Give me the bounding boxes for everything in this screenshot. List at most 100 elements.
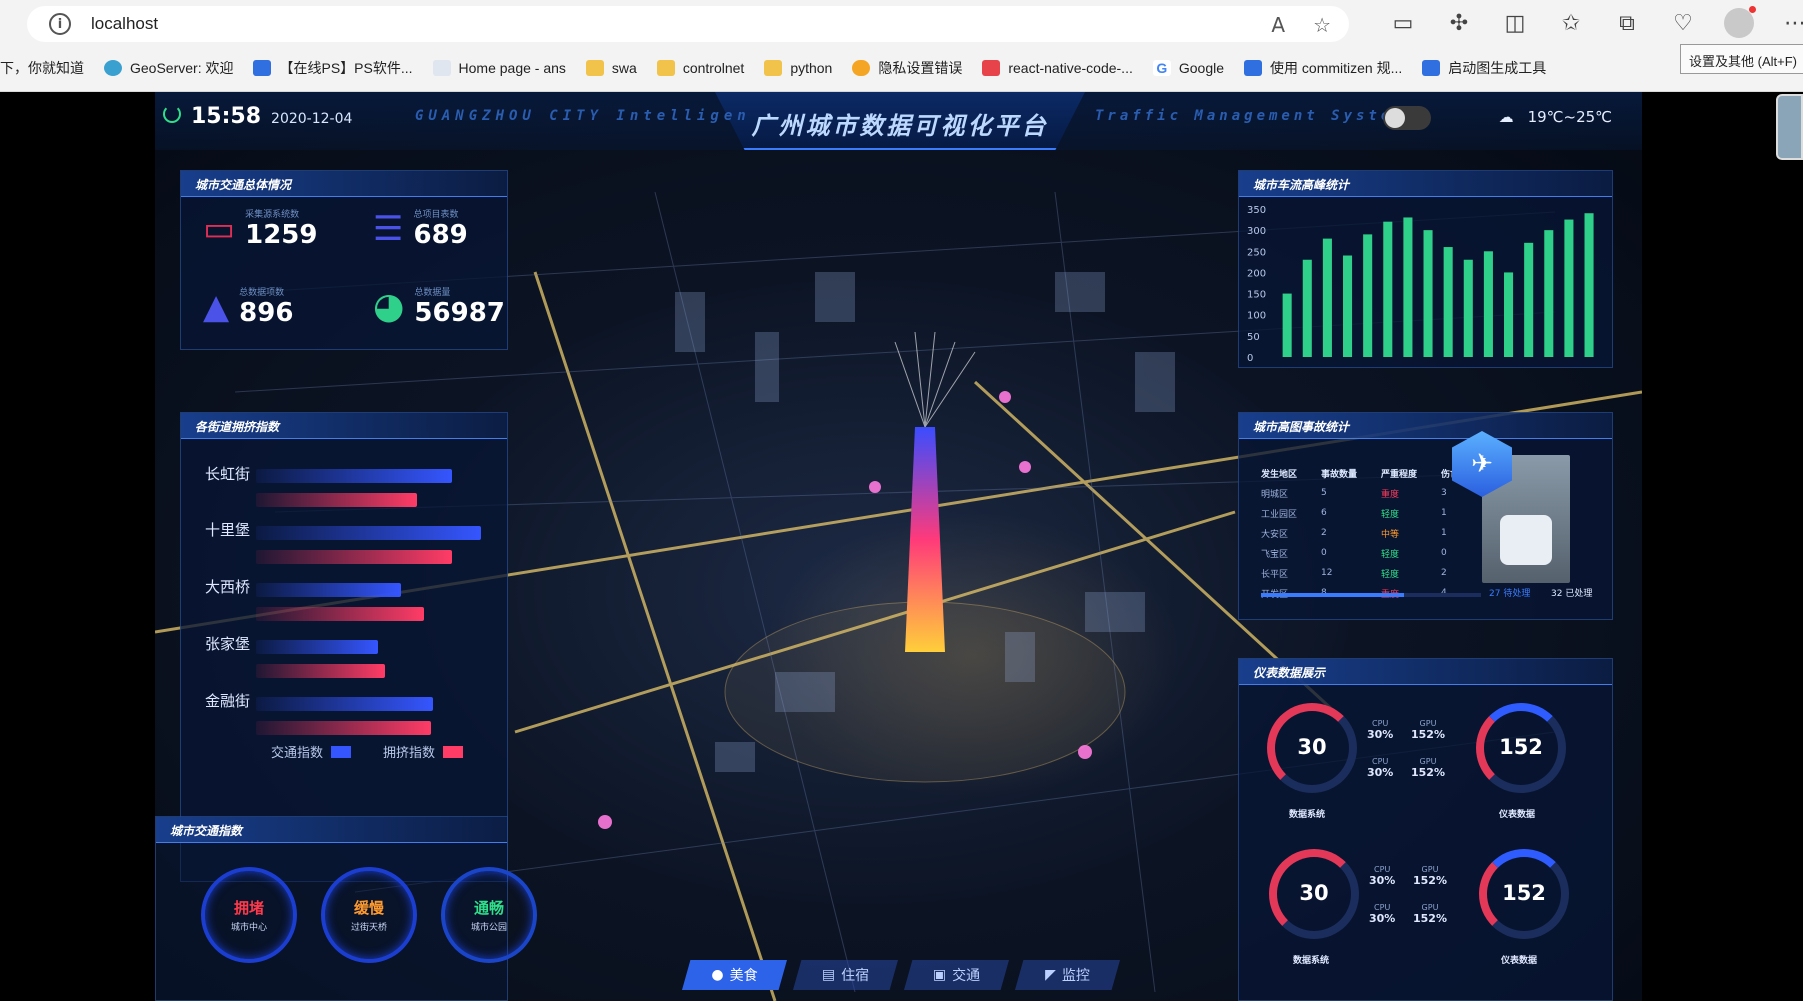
browser-chrome: i localhost A ☆ ▭ ✣ ◫ ✩ ⧉ ♡ ⋯ 下，你就知道 Geo… [0, 0, 1803, 92]
table-cell: 重度 [1381, 489, 1400, 500]
nav-tab-food[interactable]: ● 美食 [682, 960, 787, 990]
clock: 15:58 2020-12-04 [163, 104, 352, 129]
stat-card: ◕ 总数据量 56987 [373, 286, 505, 328]
rh-icon [1422, 60, 1441, 76]
food-icon: ● [711, 967, 724, 983]
extensions-icon[interactable]: ✣ [1444, 8, 1474, 38]
overview-panel: 城市交通总体情况 ▭ 采集源系统数 1259 ☰ 总项目表数 689 ▲ 总数据项数… [180, 170, 508, 350]
street-label: 金融街 [205, 692, 251, 710]
flow-bar [1343, 255, 1353, 357]
table-row[interactable]: 大安区 2 中等 1 [1261, 523, 1501, 543]
table-cell: 明城区 [1261, 489, 1289, 500]
congestion-index-bar [256, 550, 452, 564]
settings-menu-icon[interactable]: ⋯ [1780, 8, 1803, 38]
gauges-panel: 仪表数据展示 30 数据系统 CPU 30% GPU 152% CPU 30% GPU… [1238, 658, 1613, 1001]
sidebar-handle[interactable] [1776, 94, 1803, 160]
bookmark-item[interactable]: G Google [1152, 60, 1224, 76]
flow-bar [1504, 272, 1514, 357]
street-label: 大西桥 [205, 578, 251, 596]
gauge-value: 30 [1297, 735, 1327, 759]
bookmark-item[interactable]: Home page - ans [432, 60, 566, 76]
street-label: 长虹街 [205, 465, 251, 483]
table-row[interactable]: 飞宝区 0 轻度 0 [1261, 543, 1501, 563]
nav-tab-traffic[interactable]: ▣ 交通 [904, 960, 1009, 990]
bookmark-item[interactable]: 【在线PS】PS软件... [253, 58, 413, 78]
avatar[interactable] [1724, 6, 1756, 38]
bookmark-item[interactable]: GeoServer: 欢迎 [104, 58, 233, 78]
legend-congestion: 拥挤指数 [383, 742, 464, 761]
bus-icon: ▣ [932, 967, 947, 983]
accident-progress-track [1261, 593, 1481, 597]
pie-chart-icon: ◕ [373, 286, 405, 327]
y-tick-label: 200 [1247, 268, 1266, 279]
address-bar[interactable]: i localhost A ☆ [27, 6, 1349, 42]
traffic-index-panel: 城市交通指数 拥堵 城市中心 缓慢 过街天桥 通畅 城市公园 [155, 816, 537, 1001]
congestion-index-bar [256, 493, 417, 507]
traffic-index-bar [256, 697, 434, 711]
congestion-index-bar [256, 721, 431, 735]
hotel-icon: ▤ [821, 967, 836, 983]
bookmark-item[interactable]: 启动图生成工具 [1422, 58, 1546, 78]
congestion-index-bar [256, 664, 385, 678]
folder-icon [764, 60, 783, 76]
street-label: 张家堡 [205, 635, 251, 653]
table-cell: 2 [1321, 528, 1327, 538]
folder-icon [656, 60, 675, 76]
favorites-icon[interactable]: ✩ [1556, 8, 1586, 38]
flow-bar [1302, 259, 1312, 357]
gauge-caption: 数据系统 [1293, 956, 1330, 966]
traffic-status-ring[interactable]: 通畅 城市公园 [441, 867, 537, 963]
nav-tab-monitor[interactable]: ◤ 监控 [1015, 960, 1120, 990]
accident-panel: 城市高图事故统计 发生地区事故数量严重程度伤亡人数 明城区5重度3工业园区6轻度… [1238, 412, 1613, 620]
page-title: 广州城市数据可视化平台 [751, 112, 1049, 140]
traffic-status-ring[interactable]: 缓慢 过街天桥 [321, 867, 417, 963]
cloud-icon [852, 60, 871, 76]
gauge-caption: 数据系统 [1289, 810, 1326, 820]
nav-tab-hotel[interactable]: ▤ 住宿 [793, 960, 898, 990]
cpu-percent: CPU 30% [1367, 757, 1394, 779]
screen-icon[interactable]: ▭ [1388, 8, 1418, 38]
theme-toggle[interactable] [1383, 106, 1431, 130]
gauge-caption: 仪表数据 [1501, 956, 1538, 966]
bookmark-item[interactable]: python [764, 60, 832, 76]
google-icon: G [1152, 60, 1171, 76]
performance-icon[interactable]: ♡ [1668, 8, 1698, 38]
bookmark-item[interactable]: 隐私设置错误 [852, 58, 962, 78]
camera-icon: ◤ [1045, 967, 1056, 983]
traffic-flow-chart: 0 50 100 150 200 250 300 350 [1247, 205, 1594, 364]
y-tick-label: 300 [1247, 226, 1266, 237]
url-text[interactable]: localhost [91, 14, 158, 34]
table-row[interactable]: 工业园区 6 轻度 1 [1261, 503, 1501, 523]
traffic-status-ring[interactable]: 拥堵 城市中心 [201, 867, 297, 963]
bookmarks-bar: 下，你就知道 GeoServer: 欢迎 【在线PS】PS软件... Home … [0, 53, 1566, 83]
traffic-flow-panel: 城市车流高峰统计 0 50 100 150 200 250 300 350 [1238, 170, 1613, 368]
settings-tooltip: 设置及其他 (Alt+F) [1680, 44, 1803, 74]
geoserver-icon [104, 60, 122, 76]
bookmark-item[interactable]: 下，你就知道 [0, 58, 84, 78]
flow-bar [1322, 238, 1332, 357]
flow-bar [1564, 219, 1574, 357]
bookmark-item[interactable]: swa [585, 60, 637, 76]
favorite-star-icon[interactable]: ☆ [1313, 13, 1331, 37]
power-icon[interactable] [163, 105, 181, 123]
bookmark-item[interactable]: 使用 commitizen 规... [1244, 58, 1402, 78]
traffic-index-bar [256, 640, 378, 654]
bookmark-item[interactable]: controlnet [656, 60, 744, 76]
bookmark-icon [982, 60, 1001, 76]
read-aloud-icon[interactable]: A [1271, 13, 1285, 37]
panel-header: 城市交通总体情况 [181, 171, 507, 197]
split-screen-icon[interactable]: ◫ [1500, 8, 1530, 38]
collections-icon[interactable]: ⧉ [1612, 8, 1642, 38]
traffic-index-bar [256, 469, 452, 483]
stat-card: ▭ 采集源系统数 1259 [203, 208, 318, 251]
ps-icon [253, 60, 272, 76]
dashboard: 广州城市数据可视化平台 GUANGZHOU CITY Intelligen Tr… [155, 92, 1642, 1001]
cpu-percent: CPU 30% [1369, 865, 1396, 887]
flow-bar [1282, 293, 1292, 357]
bookmark-item[interactable]: react-native-code-... [982, 60, 1133, 76]
flow-bar [1403, 217, 1413, 357]
table-cell: 12 [1321, 568, 1333, 578]
table-row[interactable]: 长平区 12 轻度 2 [1261, 563, 1501, 583]
panel-header: 城市交通指数 [156, 817, 507, 843]
site-info-icon[interactable]: i [49, 13, 71, 35]
